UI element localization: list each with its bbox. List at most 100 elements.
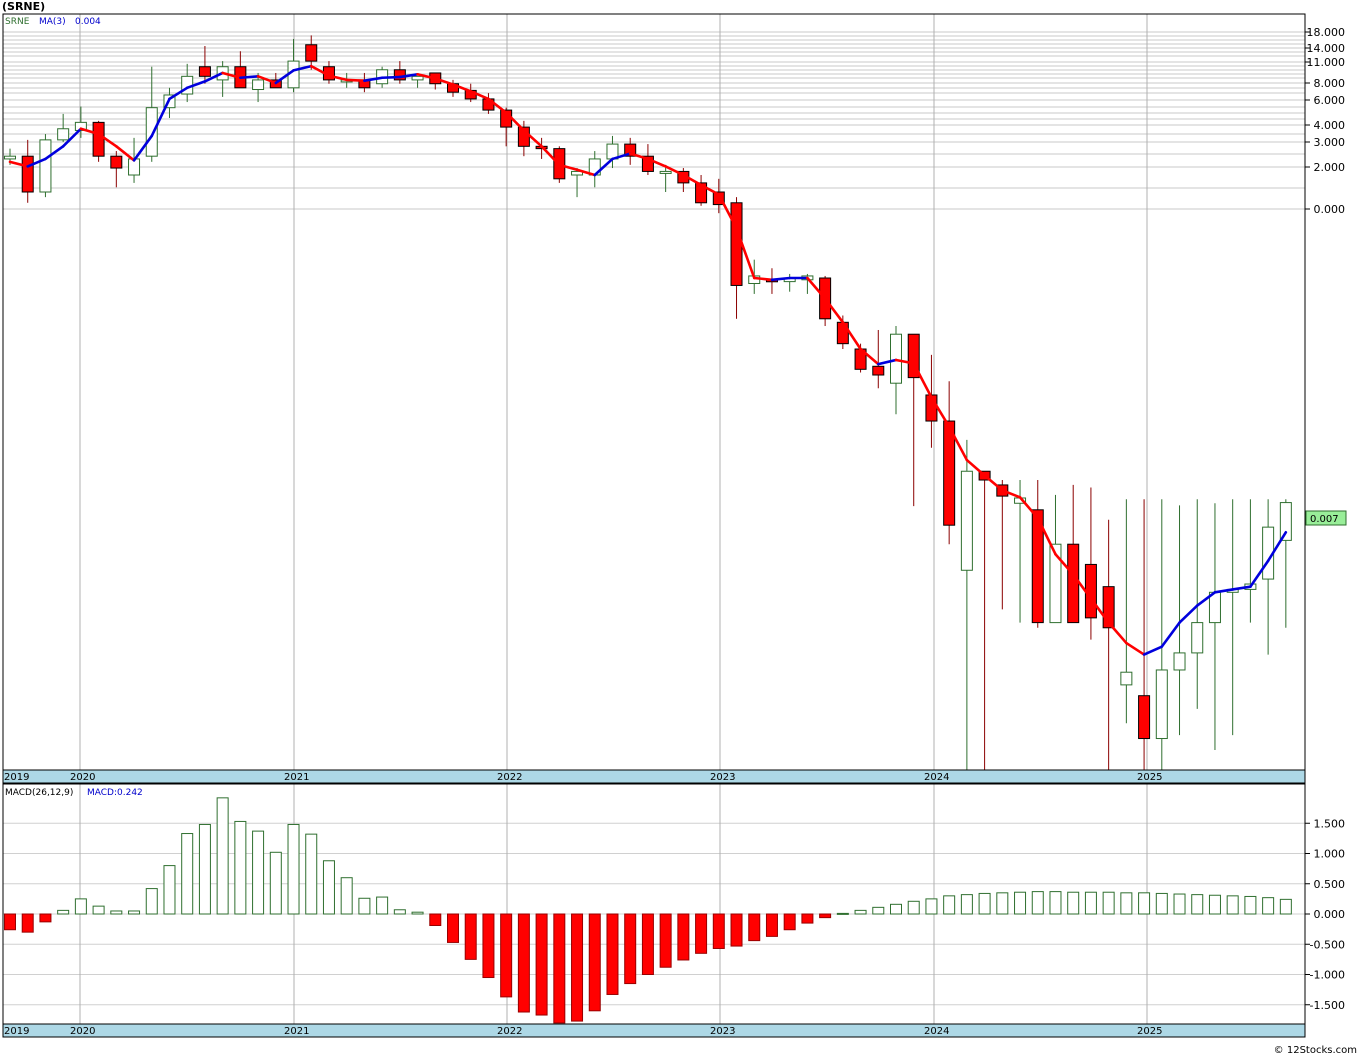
macd-bar — [641, 913, 654, 975]
macd-bar — [322, 860, 335, 915]
macd-bar — [677, 913, 690, 961]
macd-tick-label: -1.500 — [1310, 999, 1345, 1012]
macd-tick-label: 1.000 — [1314, 848, 1346, 861]
macd-bar — [960, 894, 973, 915]
candle-body — [252, 79, 265, 91]
candle-body — [730, 202, 743, 286]
macd-bar — [836, 912, 849, 915]
macd-bar — [535, 913, 548, 1016]
candle-body — [1155, 669, 1168, 740]
macd-bar — [447, 913, 459, 943]
macd-tick-label: 0.000 — [1314, 908, 1346, 921]
macd-bar — [1084, 891, 1097, 915]
macd-bar — [287, 823, 300, 915]
macd-bars — [4, 797, 1292, 1024]
macd-year-label: 2025 — [1137, 1026, 1162, 1037]
macd-bar — [588, 913, 601, 1012]
macd-bar — [819, 913, 832, 919]
macd-bar — [1049, 891, 1062, 915]
candle-body — [1067, 543, 1080, 624]
macd-bar — [1102, 891, 1115, 915]
macd-bar — [1173, 893, 1186, 915]
macd-bar — [765, 913, 778, 937]
macd-year-label: 2022 — [497, 1026, 522, 1037]
candle-body — [92, 121, 105, 157]
price-year-label: 2022 — [497, 772, 522, 783]
macd-year-band — [2, 1023, 1306, 1038]
macd-bar — [429, 913, 442, 926]
price-tick-label: 4.000 — [1314, 119, 1346, 132]
macd-bar — [1262, 897, 1275, 915]
macd-year-label: 2023 — [710, 1026, 735, 1037]
price-tick-label: 2.000 — [1314, 161, 1346, 174]
ma-segment — [345, 78, 366, 82]
macd-bar — [1279, 898, 1292, 915]
candle-body — [198, 66, 211, 77]
ma-segment — [1160, 621, 1181, 648]
macd-bar — [943, 895, 956, 915]
price-year-label: 2021 — [284, 772, 309, 783]
ma-value: 0.004 — [75, 17, 101, 27]
price-grid — [3, 14, 1305, 770]
macd-bar — [269, 851, 282, 915]
candle-body — [411, 75, 424, 81]
macd-bar — [996, 892, 1009, 915]
price-year-band — [2, 769, 1306, 784]
macd-year-label: 2024 — [924, 1026, 949, 1037]
last-price-label: 0.007 — [1310, 514, 1339, 525]
price-year-label: 2023 — [710, 772, 735, 783]
candle-body — [110, 155, 123, 169]
macd-bar — [890, 903, 902, 915]
ma-segment — [380, 75, 402, 80]
macd-bar — [1244, 895, 1257, 915]
candle-body — [1138, 695, 1151, 740]
macd-bar — [128, 910, 141, 915]
candle-body — [960, 470, 973, 571]
macd-axis-ticks: 1.500 1.000 0.500 0.000 -0.500 -1.000 -1.500 — [1305, 817, 1345, 1012]
macd-bar — [1067, 891, 1080, 915]
macd-bar — [571, 913, 584, 1022]
price-tick-label: 8.000 — [1314, 77, 1346, 90]
macd-bar — [695, 913, 708, 954]
macd-bar — [216, 797, 229, 915]
macd-bar — [659, 913, 672, 968]
macd-bar — [1226, 895, 1239, 915]
macd-bar — [163, 865, 176, 915]
macd-bar — [234, 820, 247, 915]
macd-bar — [553, 913, 566, 1024]
macd-value-label: MACD:0.242 — [87, 788, 143, 798]
macd-bar — [482, 913, 495, 979]
macd-bar — [925, 898, 938, 915]
candle-body — [21, 155, 34, 193]
candle-body — [39, 139, 52, 193]
ma-segment — [912, 362, 933, 399]
macd-bar — [783, 913, 796, 931]
macd-bar — [748, 913, 761, 942]
macd-bar — [1138, 892, 1151, 915]
macd-bar — [1155, 892, 1168, 915]
macd-year-label: 2020 — [70, 1026, 95, 1037]
macd-bar — [305, 833, 318, 915]
ma-segment — [1125, 641, 1146, 656]
price-tick-label: 18.000 — [1307, 26, 1346, 39]
macd-year-label: 2019 — [4, 1026, 29, 1037]
macd-bar — [358, 897, 371, 915]
price-tick-label: 0.000 — [1314, 203, 1346, 216]
macd-bar — [1208, 894, 1221, 915]
macd-bar — [517, 913, 530, 1013]
ma-segment — [239, 75, 260, 80]
macd-bar — [1014, 891, 1027, 915]
candle-body — [1173, 652, 1186, 671]
candle-body — [1191, 622, 1204, 654]
macd-bar — [376, 896, 389, 915]
macd-bar — [110, 910, 123, 915]
macd-bar — [606, 913, 619, 995]
macd-bar — [181, 833, 194, 915]
price-candles — [4, 35, 1292, 770]
macd-year-label: 2021 — [284, 1026, 309, 1037]
macd-bar — [340, 877, 353, 915]
macd-bar — [1191, 894, 1204, 915]
price-year-label: 2020 — [70, 772, 95, 783]
price-axis-ticks: 18.000 14.00011.000 8.000 6.000 4.000 3.000 2.… — [1305, 26, 1345, 216]
macd-bar — [252, 830, 265, 915]
